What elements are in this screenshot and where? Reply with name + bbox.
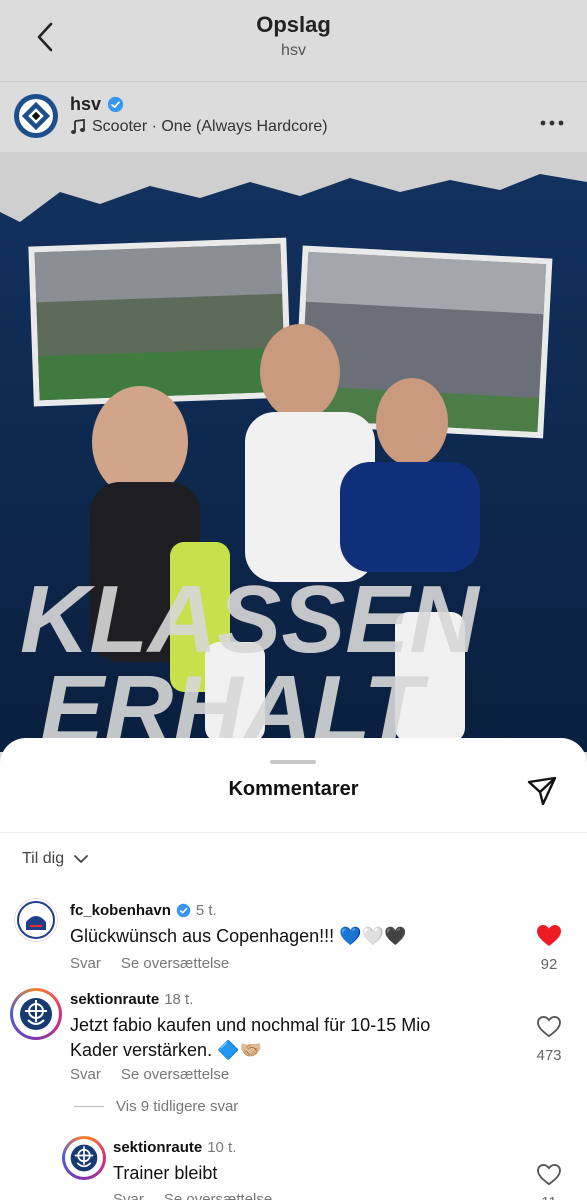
comments-sheet: Kommentarer Til dig fc_kobenhavn 5 t. Gl… [0,738,587,1200]
like-button[interactable] [537,1163,563,1188]
music-note-icon [71,119,85,134]
hsv-logo-icon [15,95,57,137]
heart-outline-icon [537,1163,561,1186]
comment-text: Glückwünsch aus Copenhagen!!! 💙🤍🖤 [70,926,407,946]
fc-kobenhavn-avatar[interactable] [14,898,58,942]
sektionraute-avatar[interactable] [62,1136,106,1180]
post-header: hsv Scooter · One (Always Hardcore) [0,88,587,150]
comment-time: 18 t. [164,991,194,1008]
post-image[interactable]: KLASSEN ERHALT [0,152,587,752]
ship-wheel-icon [70,1144,98,1172]
sheet-title: Kommentarer [228,778,359,800]
sheet-grabber[interactable] [270,760,316,764]
sort-dropdown[interactable]: Til dig [22,850,88,868]
translate-button[interactable]: Se oversættelse [121,1066,229,1083]
more-options-button[interactable] [540,106,564,132]
comment-username-row[interactable]: sektionraute 18 t. [70,991,193,1008]
like-count: 473 [536,1047,562,1064]
hsv-avatar[interactable] [14,94,58,138]
sort-label: Til dig [22,850,65,867]
heart-filled-icon [537,925,561,946]
like-button[interactable] [536,924,562,948]
heart-outline-icon [537,1015,561,1038]
comment-text: Trainer bleibt [113,1163,218,1183]
sheet-divider [0,832,587,833]
post-graphic: KLASSEN ERHALT [0,152,587,752]
sektionraute-avatar[interactable] [10,988,62,1040]
view-replies-label: Vis 9 tidligere svar [116,1098,239,1115]
music-label: Scooter · One (Always Hardcore) [92,118,328,135]
view-replies-button[interactable]: Vis 9 tidligere svar [74,1098,238,1115]
chevron-down-icon [74,854,88,863]
comment-time: 5 t. [195,902,217,919]
comment-text: Jetzt fabio kaufen und nochmal für 10-15… [70,1013,430,1063]
post-username[interactable]: hsv [70,94,101,115]
verified-icon [107,96,124,113]
ship-wheel-icon [20,998,52,1030]
translate-button[interactable]: Se oversættelse [121,955,229,972]
send-icon [527,776,557,806]
comment-username[interactable]: sektionraute [70,991,159,1008]
comment-username[interactable]: fc_kobenhavn [70,902,171,919]
comment-text-line2: Kader verstärken. 🔷🤝🏼 [70,1040,262,1060]
reply-button[interactable]: Svar [70,955,101,972]
top-bar: Opslag hsv [0,0,587,82]
more-dots-icon [540,120,564,126]
share-button[interactable] [525,774,559,808]
comment-time: 10 t. [207,1139,237,1156]
comment-text-line1: Jetzt fabio kaufen und nochmal für 10-15… [70,1015,431,1035]
like-button[interactable] [537,1015,563,1040]
replies-line [74,1106,104,1107]
page-title: Opslag [256,12,331,37]
music-info[interactable]: Scooter · One (Always Hardcore) [70,118,328,136]
like-count: 92 [540,956,558,973]
reply-button[interactable]: Svar [70,1066,101,1083]
reply-button[interactable]: Svar [113,1191,144,1200]
post-username-row[interactable]: hsv [70,94,124,115]
comment-username-row[interactable]: fc_kobenhavn 5 t. [70,902,217,919]
comment-username[interactable]: sektionraute [113,1139,202,1156]
translate-button[interactable]: Se oversættelse [164,1191,272,1200]
page-subtitle: hsv [281,42,306,59]
verified-icon [176,903,191,918]
comment-username-row[interactable]: sektionraute 10 t. [113,1139,236,1156]
fck-logo-icon [17,901,55,939]
like-count: 11 [524,1194,574,1200]
